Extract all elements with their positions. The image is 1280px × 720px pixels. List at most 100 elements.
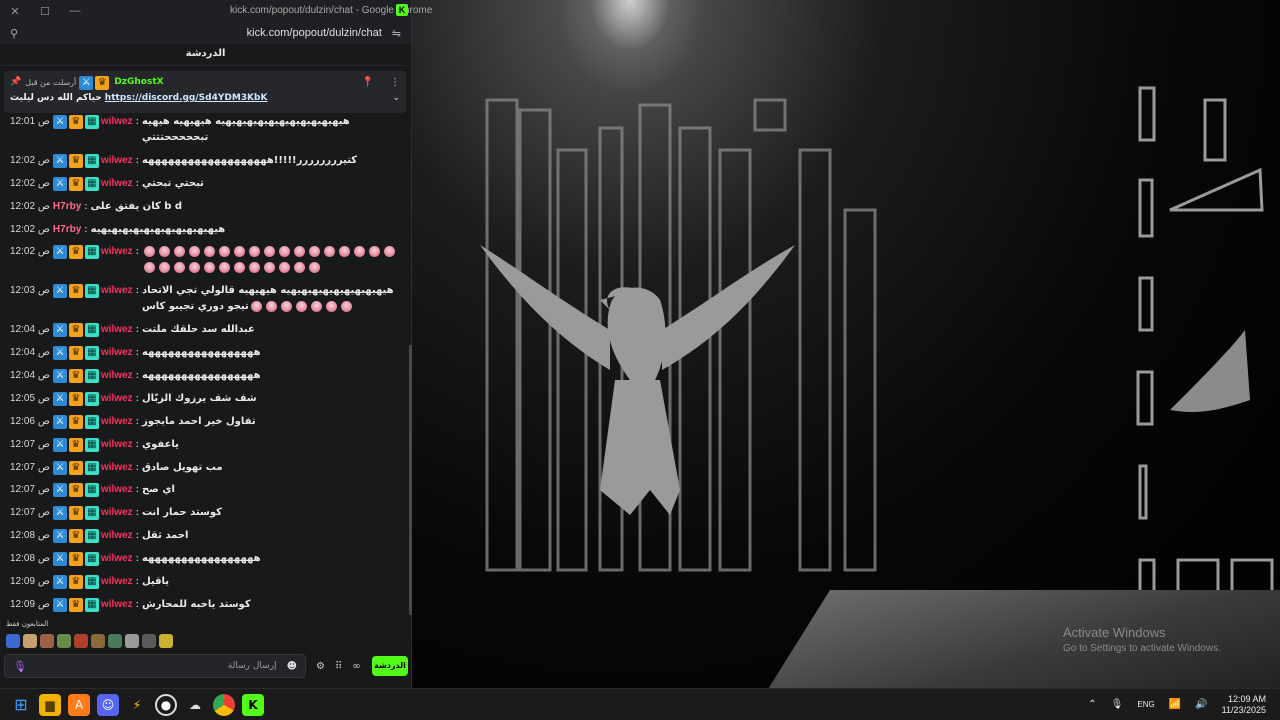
message-separator: : xyxy=(84,223,88,235)
unpin-icon[interactable]: 📍 xyxy=(362,77,374,88)
message-username[interactable]: wilwez xyxy=(101,437,133,453)
chat-message[interactable]: 12:07 ص ⚔ ♛ ▦ wilwez: ياعفوي xyxy=(0,437,408,453)
chat-message[interactable]: 12:02 ص H7rby: كان يفتق على b d xyxy=(0,199,408,215)
chat-message[interactable]: 12:08 ص ⚔ ♛ ▦ wilwez: هههههههههههههههههه xyxy=(0,551,408,567)
user-avatar[interactable] xyxy=(57,634,71,648)
chat-message[interactable]: 12:04 ص ⚔ ♛ ▦ wilwez: عبدالله سد حلقك ملتت xyxy=(0,322,408,338)
chat-message[interactable]: 12:05 ص ⚔ ♛ ▦ wilwez: شف شف يرزوك الزبّال xyxy=(0,391,408,407)
title-bar: ✕ ☐ — kick.com/popout/dulzin/chat - Goog… xyxy=(0,0,432,22)
more-options-icon[interactable]: ⋮ xyxy=(390,77,400,88)
message-username[interactable]: wilwez xyxy=(101,368,133,384)
close-icon[interactable]: ✕ xyxy=(0,5,30,18)
chat-message[interactable]: 12:09 ص ⚔ ♛ ▦ wilwez: كوستد ياحبه للمحارش xyxy=(0,597,408,613)
chat-message[interactable]: 12:02 ص H7rby: هيهيهيهيهيهيهيهيهيهيهيهيه xyxy=(0,222,408,238)
users-icon[interactable]: ⠿ xyxy=(335,661,342,672)
wifi-icon[interactable]: 📶 xyxy=(1169,699,1181,710)
maximize-icon[interactable]: ☐ xyxy=(30,5,60,18)
message-username[interactable]: wilwez xyxy=(101,153,133,169)
chat-message[interactable]: 12:02 ص ⚔ ♛ ▦ wilwez: xyxy=(0,244,408,276)
subscriber-badge-icon: ▦ xyxy=(84,245,99,260)
chat-message[interactable]: 12:03 ص ⚔ ♛ ▦ wilwez: هيهيهيهيهيهيهيهيهيهيه ه… xyxy=(0,283,408,315)
file-explorer-icon[interactable]: ▆ xyxy=(39,693,61,716)
app-orange-icon[interactable]: A xyxy=(68,693,90,716)
microphone-tray-icon[interactable]: 🎙 xyxy=(1111,699,1124,710)
message-username[interactable]: wilwez xyxy=(101,114,133,130)
emoji-icon[interactable]: ☻ xyxy=(287,661,297,672)
message-username[interactable]: H7rby xyxy=(53,222,81,238)
user-avatar[interactable] xyxy=(6,634,20,648)
crown-badge-icon: ♛ xyxy=(68,506,83,521)
emote-icon xyxy=(250,300,262,312)
discord-icon[interactable]: ☺ xyxy=(97,693,119,716)
windows-start-icon[interactable]: ⊞ xyxy=(10,694,32,716)
message-username[interactable]: wilwez xyxy=(101,460,133,476)
volume-icon[interactable]: 🔊 xyxy=(1195,699,1207,710)
message-username[interactable]: wilwez xyxy=(101,176,133,192)
address-bar[interactable]: ⚲ kick.com/popout/dulzin/chat ⇋ xyxy=(0,22,411,44)
subscriber-badge-icon: ▦ xyxy=(84,529,99,544)
chevron-up-icon[interactable]: ⌃ xyxy=(1088,699,1096,710)
language-indicator[interactable]: ENG xyxy=(1137,700,1154,709)
kick-app-icon[interactable]: K xyxy=(242,693,264,716)
user-avatar[interactable] xyxy=(125,634,139,648)
pinned-message[interactable]: 📌 أرسلت من قبل ⚔ ♛ DzGhostX 📍 ⋮ حياكم ال… xyxy=(4,71,406,113)
message-username[interactable]: wilwez xyxy=(101,505,133,521)
chrome-icon[interactable] xyxy=(213,693,235,716)
chevron-down-icon[interactable]: ⌄ xyxy=(392,93,400,103)
moderator-badge-icon: ⚔ xyxy=(52,245,67,260)
user-avatar[interactable] xyxy=(40,634,54,648)
minimize-icon[interactable]: — xyxy=(60,5,90,17)
message-username[interactable]: wilwez xyxy=(101,574,133,590)
infinity-icon[interactable]: ∞ xyxy=(352,661,360,672)
message-username[interactable]: wilwez xyxy=(101,391,133,407)
message-text-content: ياقيل xyxy=(141,576,170,588)
send-chat-button[interactable]: الدردشة xyxy=(372,656,408,676)
settings-icon[interactable]: ⚙ xyxy=(316,661,325,672)
message-username[interactable]: wilwez xyxy=(101,283,133,299)
obs-icon[interactable]: ● xyxy=(155,693,177,716)
microphone-icon[interactable]: 🎙 xyxy=(13,660,27,673)
chat-input[interactable]: 🎙 إرسال رسالة ☻ xyxy=(4,654,306,678)
message-username[interactable]: wilwez xyxy=(101,322,133,338)
chat-message[interactable]: 12:07 ص ⚔ ♛ ▦ wilwez: كوستد حمار انت xyxy=(0,505,408,521)
message-text-content: كان يفتق على b d xyxy=(90,200,183,212)
emote-icon xyxy=(158,261,170,273)
crown-badge-icon: ♛ xyxy=(68,437,83,452)
chat-message[interactable]: 12:02 ص ⚔ ♛ ▦ wilwez: تبحتي تبحتي xyxy=(0,176,408,192)
message-username[interactable]: wilwez xyxy=(101,414,133,430)
chat-message[interactable]: 12:08 ص ⚔ ♛ ▦ wilwez: احمد ثقل xyxy=(0,528,408,544)
message-username[interactable]: wilwez xyxy=(101,345,133,361)
chat-input-placeholder[interactable]: إرسال رسالة xyxy=(228,661,277,671)
user-avatar[interactable] xyxy=(159,634,173,648)
clock[interactable]: 12:09 AM 11/23/2025 xyxy=(1222,694,1266,716)
user-avatar[interactable] xyxy=(91,634,105,648)
url-text[interactable]: kick.com/popout/dulzin/chat xyxy=(247,27,382,39)
message-separator: : xyxy=(135,392,139,404)
app-yellow-icon[interactable]: ⚡ xyxy=(126,694,148,716)
chat-message[interactable]: 12:04 ص ⚔ ♛ ▦ wilwez: هههههههههههههههههه xyxy=(0,345,408,361)
chat-message[interactable]: 12:02 ص ⚔ ♛ ▦ wilwez: كتيرررررررر!!!!!ههههههه… xyxy=(0,153,408,169)
user-avatar[interactable] xyxy=(74,634,88,648)
message-username[interactable]: wilwez xyxy=(101,482,133,498)
user-avatar[interactable] xyxy=(142,634,156,648)
chat-message[interactable]: 12:01 ص ⚔ ♛ ▦ wilwez: هيهيهيهيهيهيهيهيهيهيهيه… xyxy=(0,114,408,146)
user-avatar[interactable] xyxy=(108,634,122,648)
chat-message[interactable]: 12:04 ص ⚔ ♛ ▦ wilwez: هههههههههههههههههه xyxy=(0,368,408,384)
site-settings-icon[interactable]: ⇋ xyxy=(392,27,401,40)
message-username[interactable]: wilwez xyxy=(101,597,133,613)
subscriber-badge-icon: ▦ xyxy=(84,369,99,384)
chat-message[interactable]: 12:07 ص ⚔ ♛ ▦ wilwez: مب تهويل صادق xyxy=(0,460,408,476)
app-white-icon[interactable]: ☁ xyxy=(184,694,206,716)
chat-message[interactable]: 12:07 ص ⚔ ♛ ▦ wilwez: اي صح xyxy=(0,482,408,498)
message-username[interactable]: H7rby xyxy=(53,199,81,215)
message-username[interactable]: wilwez xyxy=(101,528,133,544)
chat-message[interactable]: 12:06 ص ⚔ ♛ ▦ wilwez: تفاول خير احمد مايجوز xyxy=(0,414,408,430)
message-username[interactable]: wilwez xyxy=(101,551,133,567)
chat-scrollbar[interactable] xyxy=(409,345,412,615)
search-icon[interactable]: ⚲ xyxy=(10,27,18,40)
pinned-link[interactable]: https://discord.gg/Sd4YDM3KbK xyxy=(105,93,268,103)
message-username[interactable]: wilwez xyxy=(101,244,133,260)
pinned-username[interactable]: DzGhostX xyxy=(114,77,163,87)
user-avatar[interactable] xyxy=(23,634,37,648)
chat-message[interactable]: 12:09 ص ⚔ ♛ ▦ wilwez: ياقيل xyxy=(0,574,408,590)
